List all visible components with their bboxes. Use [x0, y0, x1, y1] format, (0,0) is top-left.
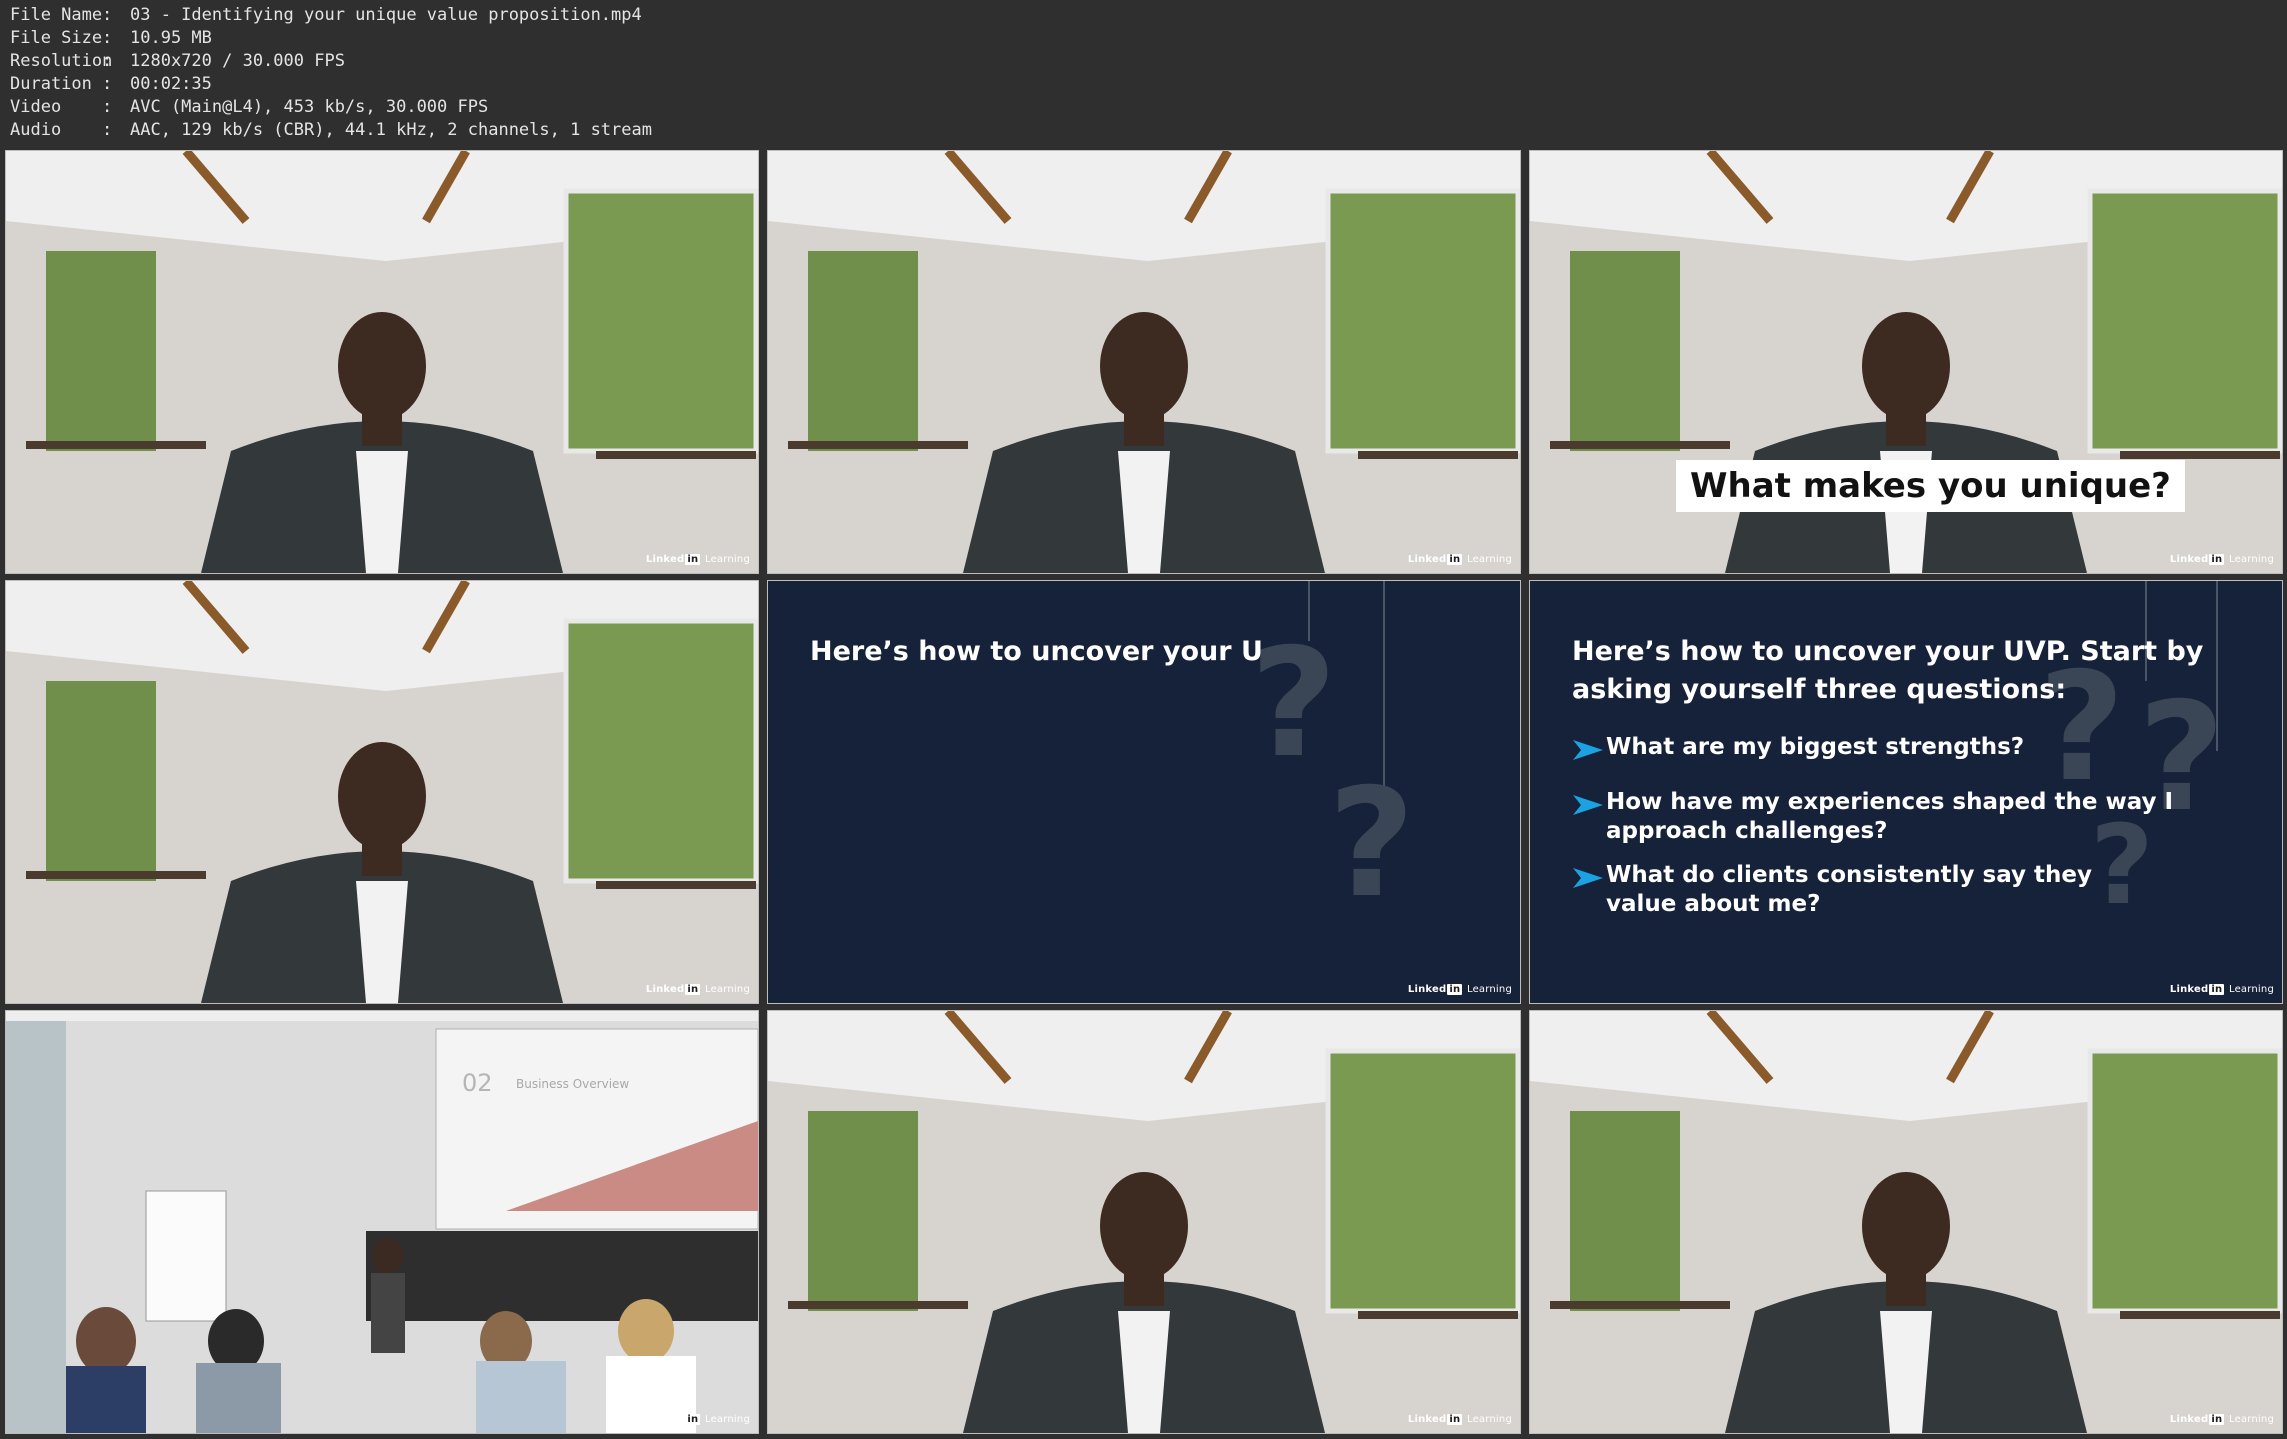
watermark-product: Learning — [1466, 1414, 1512, 1425]
video-frame-2[interactable]: Linked in Learning — [767, 150, 1521, 574]
file-info-key: Resolution — [10, 51, 113, 71]
linkedin-logo-icon: in — [1447, 554, 1463, 565]
file-info-separator: : — [102, 97, 113, 117]
video-frame-5[interactable]: ? ? Here’s how to uncover your U Linked i… — [767, 580, 1521, 1004]
video-frame-9[interactable]: Linked in Learning — [1529, 1010, 2283, 1434]
projector-slide-title: Business Overview — [516, 1077, 630, 1091]
arrow-bullet-icon — [1573, 868, 1603, 888]
linkedin-learning-watermark: Linked in Learning — [646, 984, 750, 995]
slide-title: Here’s how to uncover your U — [810, 636, 1263, 667]
slide-title-line: Here’s how to uncover your UVP. Start by — [1572, 636, 2204, 667]
slide-title-line: asking yourself three questions: — [1572, 674, 2067, 705]
file-info-value: AVC (Main@L4), 453 kb/s, 30.000 FPS — [130, 97, 489, 117]
conference-room-scene — [6, 1011, 758, 1433]
arrow-bullet-icon — [1573, 795, 1603, 815]
file-info-value: 03 - Identifying your unique value propo… — [130, 5, 642, 25]
question-text: What are my biggest strengths? — [1606, 734, 2025, 760]
arrow-bullet-icon — [1573, 740, 1603, 760]
file-info-separator: : — [102, 28, 113, 48]
video-frame-1[interactable]: Linked in Learning — [5, 150, 759, 574]
file-info-value: 10.95 MB — [130, 28, 212, 48]
file-info-key: Audio — [10, 120, 62, 140]
file-info-separator: : — [102, 74, 113, 94]
file-info-key: File Name — [10, 5, 103, 25]
linkedin-logo-icon: in — [685, 984, 701, 995]
watermark-brand: Linked — [645, 554, 685, 565]
linkedin-logo-icon: in — [2209, 1414, 2225, 1425]
video-frame-7[interactable]: 02 Business Overview Linked in Learning — [5, 1010, 759, 1434]
caption-box: What makes you unique? — [1676, 460, 2185, 512]
linkedin-learning-watermark: Linked in Learning — [2170, 984, 2274, 995]
slide-title: Here’s how to uncover your UVP. Start by… — [1572, 633, 2203, 709]
file-info-value: 00:02:35 — [130, 74, 212, 94]
question-text: value about me? — [1606, 891, 1821, 917]
question-bullet: What are my biggest strengths? — [1570, 733, 2024, 762]
linkedin-logo-icon: in — [1447, 984, 1463, 995]
watermark-product: Learning — [1466, 554, 1512, 565]
presenter-scene — [6, 581, 758, 1003]
video-frame-8[interactable]: Linked in Learning — [767, 1010, 1521, 1434]
presenter-scene — [1530, 1011, 2282, 1433]
linkedin-learning-watermark: Linked in Learning — [2170, 1414, 2274, 1425]
watermark-product: Learning — [704, 1414, 750, 1425]
watermark-brand: Linked — [645, 984, 685, 995]
watermark-product: Learning — [1466, 984, 1512, 995]
question-bullet: What do clients consistently say they val… — [1570, 861, 2092, 919]
linkedin-logo-icon: in — [1447, 1414, 1463, 1425]
linkedin-learning-watermark: Linked in Learning — [646, 554, 750, 565]
file-info-row: Audio: AAC, 129 kb/s (CBR), 44.1 kHz, 2 c… — [10, 119, 652, 142]
thumbnail-grid: Linked in Learning Linked in Learning Wh… — [5, 150, 2283, 1434]
question-mark-icon: ? — [1328, 757, 1416, 931]
video-frame-4[interactable]: Linked in Learning — [5, 580, 759, 1004]
presenter-scene — [768, 1011, 1520, 1433]
file-info-key: Video — [10, 97, 62, 117]
watermark-brand: Linked — [2169, 554, 2209, 565]
file-info-value: AAC, 129 kb/s (CBR), 44.1 kHz, 2 channel… — [130, 120, 652, 140]
question-bullet: How have my experiences shaped the way I… — [1570, 788, 2173, 846]
watermark-brand: Linked — [1407, 554, 1447, 565]
linkedin-logo-icon: in — [685, 554, 701, 565]
linkedin-learning-watermark: Linked in Learning — [1408, 554, 1512, 565]
presenter-scene — [6, 151, 758, 573]
projector-slide-number: 02 — [462, 1069, 493, 1097]
linkedin-learning-watermark: Linked in Learning — [2170, 554, 2274, 565]
watermark-product: Learning — [2228, 1414, 2274, 1425]
question-text: approach challenges? — [1606, 818, 1888, 844]
presenter-scene — [768, 151, 1520, 573]
file-info-separator: : — [102, 120, 113, 140]
watermark-brand: Linked — [2169, 1414, 2209, 1425]
file-info-panel: File Name:03 - Identifying your unique v… — [10, 4, 652, 142]
file-info-value: 1280x720 / 30.000 FPS — [130, 51, 345, 71]
file-info-key: File Size — [10, 28, 103, 48]
file-info-separator: : — [102, 5, 113, 25]
video-frame-6[interactable]: ? ? ? Here’s how to uncover your UVP. St… — [1529, 580, 2283, 1004]
linkedin-logo-icon: in — [685, 1414, 701, 1425]
linkedin-logo-icon: in — [2209, 984, 2225, 995]
watermark-product: Learning — [2228, 554, 2274, 565]
video-frame-3[interactable]: What makes you unique? Linked in Learning — [1529, 150, 2283, 574]
watermark-brand: Linked — [645, 1414, 685, 1425]
watermark-brand: Linked — [1407, 1414, 1447, 1425]
question-text: What do clients consistently say they — [1606, 862, 2092, 888]
file-info-key: Duration — [10, 74, 92, 94]
watermark-brand: Linked — [1407, 984, 1447, 995]
watermark-brand: Linked — [2169, 984, 2209, 995]
linkedin-learning-watermark: Linked in Learning — [646, 1414, 750, 1425]
file-info-row: File Name:03 - Identifying your unique v… — [10, 4, 652, 27]
linkedin-learning-watermark: Linked in Learning — [1408, 984, 1512, 995]
watermark-product: Learning — [704, 984, 750, 995]
file-info-row: Resolution:1280x720 / 30.000 FPS — [10, 50, 652, 73]
file-info-separator: : — [102, 51, 113, 71]
question-text: How have my experiences shaped the way I — [1606, 789, 2174, 815]
question-mark-icon: ? — [1250, 617, 1338, 791]
file-info-row: File Size:10.95 MB — [10, 27, 652, 50]
watermark-product: Learning — [2228, 984, 2274, 995]
linkedin-logo-icon: in — [2209, 554, 2225, 565]
file-info-row: Video: AVC (Main@L4), 453 kb/s, 30.000 FP… — [10, 96, 652, 119]
watermark-product: Learning — [704, 554, 750, 565]
linkedin-learning-watermark: Linked in Learning — [1408, 1414, 1512, 1425]
file-info-row: Duration:00:02:35 — [10, 73, 652, 96]
